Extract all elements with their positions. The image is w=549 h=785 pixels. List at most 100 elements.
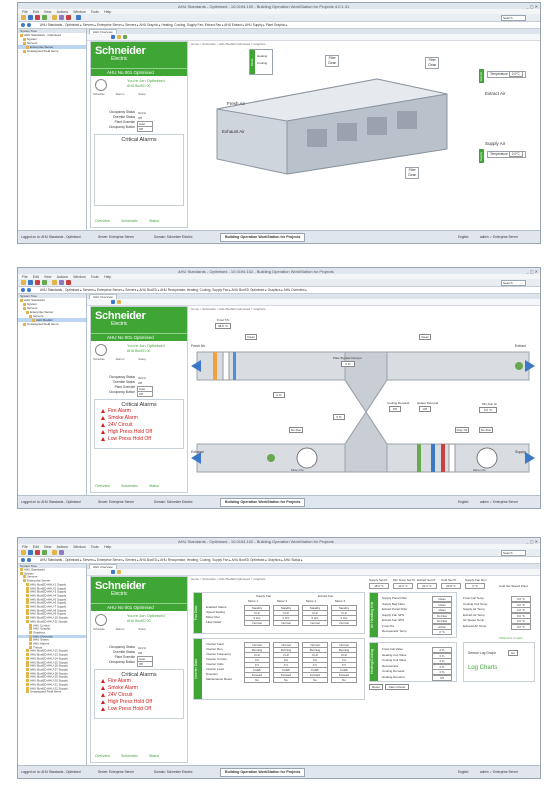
edit-icon[interactable] xyxy=(52,550,57,555)
alarms-icon[interactable]: Alarms xyxy=(115,92,125,102)
folder-icon[interactable] xyxy=(21,280,26,285)
zoom-icon[interactable] xyxy=(111,35,115,39)
folder-icon xyxy=(29,638,32,642)
folder-icon xyxy=(29,627,32,631)
schedule-icon[interactable]: Schedule xyxy=(93,627,105,637)
tools-icon[interactable] xyxy=(59,280,64,285)
address-path[interactable]: AHU Standards - Optimised ▸ Servers ▸ En… xyxy=(40,23,288,27)
tab-schematic[interactable]: Schematic xyxy=(121,754,138,758)
save-icon[interactable] xyxy=(28,15,33,20)
log-charts-section: Sensor Log Graph Go Log Charts xyxy=(463,642,535,682)
unit-title: You're Jon Optimised xyxy=(127,613,165,618)
tab-overview[interactable]: Overview xyxy=(95,484,110,488)
tree-item[interactable]: Unassigned Field Items xyxy=(18,322,86,326)
help-icon[interactable] xyxy=(76,15,81,20)
tab-schematic[interactable]: Schematic xyxy=(121,219,138,223)
search-input[interactable]: Search xyxy=(501,280,526,286)
address-bar[interactable]: AHU Standards - Optimised ▸ Servers ▸ En… xyxy=(18,287,540,294)
tab-overview[interactable]: Overview xyxy=(95,754,110,758)
critical-alarms-box: Critical Alarms Fire Alarm Smoke Alarm 2… xyxy=(94,399,184,449)
tree-item[interactable]: Unassigned Field Items xyxy=(18,49,86,53)
warning-icon xyxy=(101,685,105,690)
pan-icon[interactable] xyxy=(117,35,121,39)
save-icon[interactable] xyxy=(28,280,33,285)
temp-label: Air Space Temp xyxy=(463,618,485,622)
schedule-icon[interactable]: Schedule xyxy=(93,92,105,102)
filter-1: Filter Clean xyxy=(325,55,340,67)
setpoint-value[interactable]: 18.0 °C xyxy=(369,583,389,589)
control-row[interactable]: Occupancy Button Off xyxy=(91,660,187,667)
zoom-icon[interactable] xyxy=(111,570,115,574)
tab-status[interactable]: Status xyxy=(149,484,159,488)
folder-icon xyxy=(26,656,29,660)
panel-tabs: Overview Schematic Status xyxy=(91,484,187,490)
alarm-icon[interactable] xyxy=(66,15,71,20)
pan-icon[interactable] xyxy=(117,570,121,574)
control-row[interactable]: Occupancy Button Off xyxy=(91,125,187,132)
refresh-icon[interactable] xyxy=(42,15,47,20)
search-input[interactable]: Search xyxy=(501,15,526,21)
breadcrumb: Home > Schneider > AHU BoxED Optimised >… xyxy=(191,577,266,581)
search-input[interactable]: Search xyxy=(501,550,526,556)
schedule-icon[interactable]: Schedule xyxy=(93,357,105,367)
alarms-icon[interactable]: Alarms xyxy=(115,357,125,367)
delete-icon[interactable] xyxy=(35,280,40,285)
delete-icon[interactable] xyxy=(35,15,40,20)
refresh-icon[interactable] xyxy=(42,280,47,285)
alarm-reset-button[interactable]: Alarm Reset xyxy=(385,684,409,690)
more-info-link[interactable]: More info xyxy=(291,468,304,472)
alarms-icon[interactable]: Alarms xyxy=(115,627,125,637)
address-path[interactable]: AHU Standards - Optimised ▸ Servers ▸ En… xyxy=(40,288,307,292)
cold-setpoint-note: Cold Set Speed Point xyxy=(499,584,528,588)
row-label: Recuperator xyxy=(382,663,399,668)
setup-icon[interactable]: Setup xyxy=(137,357,147,367)
address-bar[interactable]: AHU Standards - Optimised ▸ Servers ▸ En… xyxy=(18,22,540,29)
setpoint-value[interactable]: 0 °C xyxy=(465,583,485,589)
address-path[interactable]: AHU Standards - Optimised ▸ Servers ▸ En… xyxy=(40,558,303,562)
tab-status[interactable]: Status xyxy=(149,219,159,223)
control-row[interactable]: Occupancy Button Off xyxy=(91,390,187,397)
folder-icon[interactable] xyxy=(21,550,26,555)
address-bar[interactable]: AHU Standards - Optimised ▸ Servers ▸ En… xyxy=(18,557,540,564)
reset-button[interactable]: Reset xyxy=(369,684,383,690)
delete-icon[interactable] xyxy=(35,550,40,555)
setpoint-value[interactable]: 23.8 °C xyxy=(441,583,461,589)
tree-item[interactable]: Unassigned Field Items xyxy=(18,690,86,694)
plate-bypass-value: 0 % xyxy=(341,361,355,367)
save-icon[interactable] xyxy=(28,550,33,555)
log-go-button[interactable]: Go xyxy=(508,650,518,656)
tab-overview[interactable]: Overview xyxy=(95,219,110,223)
pan-icon[interactable] xyxy=(117,300,121,304)
forward-icon[interactable] xyxy=(27,558,31,562)
more-info-link[interactable]: More info xyxy=(473,468,486,472)
edit-icon[interactable] xyxy=(52,15,57,20)
back-icon[interactable] xyxy=(21,23,25,27)
setpoint-value[interactable]: 21.0 °C xyxy=(417,583,437,589)
folder-icon[interactable] xyxy=(21,15,26,20)
setup-icon[interactable]: Setup xyxy=(137,627,147,637)
forward-icon[interactable] xyxy=(27,288,31,292)
status-user: Logged on to: AHU Standards - Optimised xyxy=(21,235,81,239)
tab-status[interactable]: Status xyxy=(149,754,159,758)
view-note[interactable]: Click here to view xyxy=(499,636,523,640)
row-label: Inverter Frequency xyxy=(206,652,232,656)
alarm-icon[interactable] xyxy=(66,280,71,285)
frost-tc-label: Frost T/C xyxy=(217,318,230,322)
folder-icon xyxy=(26,590,29,594)
tab-schematic[interactable]: Schematic xyxy=(121,484,138,488)
zoom-icon[interactable] xyxy=(111,300,115,304)
setpoint-value[interactable]: 14.0 °C xyxy=(393,583,413,589)
forward-icon[interactable] xyxy=(27,23,31,27)
back-icon[interactable] xyxy=(21,288,25,292)
setup-icon[interactable]: Setup xyxy=(137,92,147,102)
tools-icon[interactable] xyxy=(59,550,64,555)
back-icon[interactable] xyxy=(21,558,25,562)
tools-icon[interactable] xyxy=(59,15,64,20)
row-label: Inverter Load xyxy=(206,667,224,671)
edit-icon[interactable] xyxy=(52,280,57,285)
status-admin: admin ✓ Enterprise Server xyxy=(480,770,518,774)
breadcrumb: Home > Schneider > AHU BoxED Optimised >… xyxy=(191,42,266,46)
status-user: Logged on to: AHU Standards - Optimised xyxy=(21,500,81,504)
refresh-icon[interactable] xyxy=(42,550,47,555)
fit-icon[interactable] xyxy=(123,35,127,39)
